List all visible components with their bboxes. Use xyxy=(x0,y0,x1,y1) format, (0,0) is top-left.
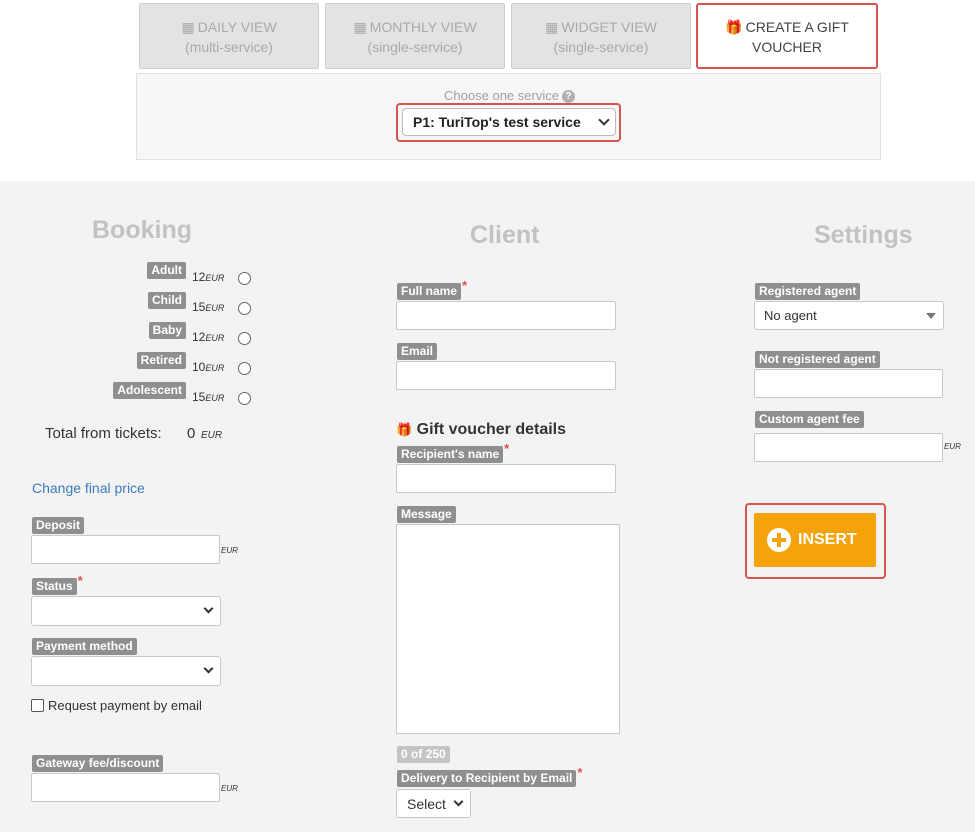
message-counter: 0 of 250 xyxy=(397,746,450,763)
ticket-price: 15EUR xyxy=(192,390,225,404)
ticket-radio-child[interactable] xyxy=(238,302,251,315)
payment-method-select[interactable] xyxy=(31,656,221,686)
tab-create-gift-voucher[interactable]: 🎁 CREATE A GIFT VOUCHER xyxy=(696,3,878,69)
ticket-label-child: Child xyxy=(148,292,186,309)
chevron-down-icon xyxy=(453,796,464,807)
total-label: Total from tickets: xyxy=(45,425,162,442)
ticket-radio-adolescent[interactable] xyxy=(238,392,251,405)
total-currency: EUR xyxy=(201,430,223,441)
ticket-price: 15EUR xyxy=(192,300,225,314)
chevron-down-icon xyxy=(203,663,214,674)
total-value: 0 xyxy=(187,425,196,442)
full-name-label: Full name * xyxy=(397,278,467,300)
ticket-label-adult: Adult xyxy=(147,262,186,279)
delivery-label: Delivery to Recipient by Email * xyxy=(397,765,582,787)
status-select[interactable] xyxy=(31,596,221,626)
booking-title: Booking xyxy=(92,216,192,244)
recipient-name-label: Recipient's name * xyxy=(397,441,509,463)
calendar-icon: ▦ xyxy=(353,19,367,35)
custom-agent-fee-label: Custom agent fee xyxy=(755,411,864,428)
tab-daily-view[interactable]: ▦ DAILY VIEW (multi-service) xyxy=(139,3,319,69)
ticket-radio-adult[interactable] xyxy=(238,272,251,285)
service-select[interactable]: P1: TuriTop's test service xyxy=(402,108,616,136)
gift-voucher-details-title: 🎁 Gift voucher details xyxy=(396,421,567,438)
ticket-label-retired: Retired xyxy=(136,352,186,369)
caret-down-icon xyxy=(926,313,936,319)
custom-agent-fee-currency: EUR xyxy=(944,442,961,451)
calendar-icon: ▦ xyxy=(181,19,195,35)
ticket-label-adolescent: Adolescent xyxy=(113,382,186,399)
chevron-down-icon xyxy=(598,114,610,126)
ticket-radio-retired[interactable] xyxy=(238,362,251,375)
change-final-price-link[interactable]: Change final price xyxy=(32,480,145,496)
ticket-price: 12EUR xyxy=(192,330,225,344)
email-label: Email xyxy=(397,343,438,360)
tab-monthly-view[interactable]: ▦ MONTHLY VIEW (single-service) xyxy=(325,3,505,69)
settings-title: Settings xyxy=(814,221,913,249)
ticket-radio-baby[interactable] xyxy=(238,332,251,345)
message-textarea[interactable] xyxy=(396,524,620,734)
tab-widget-view[interactable]: ▦ WIDGET VIEW (single-service) xyxy=(511,3,691,69)
help-icon[interactable]: ? xyxy=(561,90,575,103)
plus-circle-icon xyxy=(767,528,791,552)
ticket-price: 12EUR xyxy=(192,270,225,284)
registered-agent-select[interactable]: No agent xyxy=(754,301,944,330)
gift-icon: 🎁 xyxy=(396,422,413,437)
gateway-fee-input[interactable] xyxy=(31,773,220,802)
email-input[interactable] xyxy=(396,361,616,390)
insert-button[interactable]: INSERT xyxy=(754,513,876,567)
choose-service-label: Choose one service? xyxy=(137,88,882,103)
client-title: Client xyxy=(470,221,540,249)
deposit-input[interactable] xyxy=(31,535,220,564)
custom-agent-fee-input[interactable] xyxy=(754,433,943,462)
deposit-label: Deposit xyxy=(32,517,85,534)
ticket-price: 10EUR xyxy=(192,360,225,374)
status-label: Status * xyxy=(32,573,83,595)
not-registered-agent-input[interactable] xyxy=(754,369,943,398)
gateway-fee-currency: EUR xyxy=(221,784,238,793)
request-payment-checkbox[interactable] xyxy=(31,699,44,712)
ticket-label-baby: Baby xyxy=(148,322,186,339)
full-name-input[interactable] xyxy=(396,301,616,330)
registered-agent-label: Registered agent xyxy=(755,283,861,300)
delivery-select[interactable]: Select xyxy=(396,789,471,818)
message-label: Message xyxy=(397,506,456,523)
recipient-name-input[interactable] xyxy=(396,464,616,493)
gift-icon: 🎁 xyxy=(725,19,743,35)
not-registered-agent-label: Not registered agent xyxy=(755,351,880,368)
deposit-currency: EUR xyxy=(221,546,238,555)
payment-method-label: Payment method xyxy=(32,638,137,655)
chevron-down-icon xyxy=(203,603,214,614)
gateway-fee-label: Gateway fee/discount xyxy=(32,755,164,772)
calendar-icon: ▦ xyxy=(545,19,559,35)
request-payment-label: Request payment by email xyxy=(48,698,202,713)
